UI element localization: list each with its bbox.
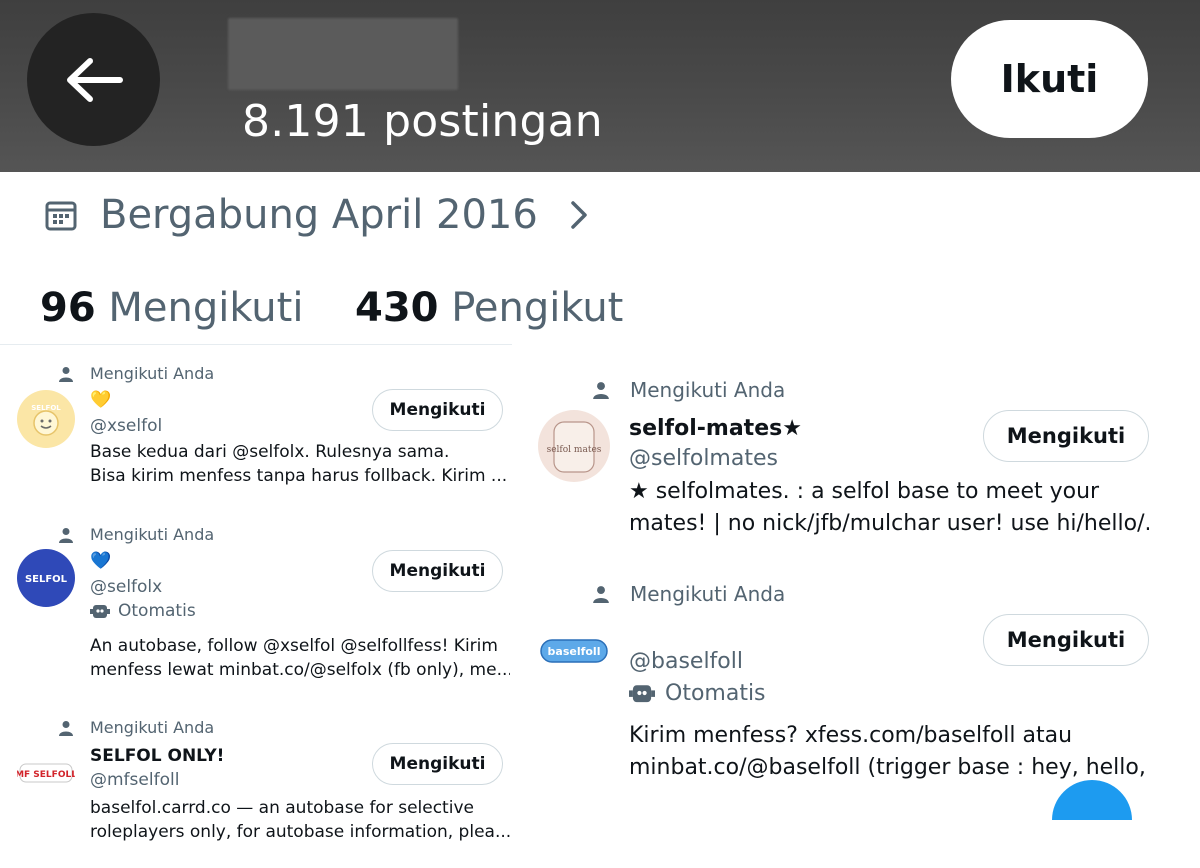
account-card-mfselfoll[interactable]: Mengikuti Anda MF SELFOLL SELFOL ONLY! @…	[0, 714, 512, 864]
selfol-mates-logo: selfol mates	[547, 421, 602, 473]
avatar[interactable]: MF SELFOLL	[17, 744, 75, 802]
robot-icon	[629, 685, 655, 703]
account-bio-line: Base kedua dari @selfolx. Rulesnya sama.	[90, 442, 450, 462]
automated-badge: Otomatis	[629, 680, 766, 706]
following-button[interactable]: Mengikuti	[983, 614, 1149, 666]
account-bio-line: menfess lewat minbat.co/@selfolx (fb onl…	[90, 660, 510, 680]
follows-you-label: Mengikuti Anda	[90, 364, 215, 383]
account-name: selfol-mates★	[629, 416, 802, 441]
following-button[interactable]: Mengikuti	[983, 410, 1149, 462]
account-bio-line: roleplayers only, for autobase informati…	[90, 822, 510, 842]
person-icon	[59, 366, 73, 382]
avatar[interactable]: selfol mates	[538, 410, 610, 482]
follows-you-row: Mengikuti Anda	[592, 378, 785, 402]
calendar-icon	[45, 201, 77, 231]
followers-stat[interactable]: 430 Pengikut	[355, 285, 623, 331]
account-bio-line: minbat.co/@baselfoll (trigger base : hey…	[629, 755, 1149, 780]
person-icon	[593, 382, 609, 399]
section-divider	[0, 344, 512, 345]
follow-button[interactable]: Ikuti	[951, 20, 1148, 138]
avatar[interactable]: SELFOL	[17, 549, 75, 607]
smiley-logo: SELFOL	[31, 404, 61, 436]
svg-text:MF SELFOLL: MF SELFOLL	[17, 770, 75, 780]
following-label: Mengikuti	[108, 285, 304, 331]
back-button[interactable]	[27, 13, 160, 146]
account-bio-line: An autobase, follow @xselfol @selfollfes…	[90, 636, 498, 656]
following-button[interactable]: Mengikuti	[372, 550, 503, 592]
followers-count: 430	[355, 285, 439, 331]
avatar[interactable]: SELFOL	[17, 390, 75, 448]
selfol-logo: SELFOL	[25, 574, 68, 585]
avatar[interactable]: baselfoll	[538, 616, 610, 688]
follows-you-row: Mengikuti Anda	[58, 525, 214, 544]
svg-text:selfol mates: selfol mates	[547, 445, 602, 455]
account-card-selfolx[interactable]: Mengikuti Anda SELFOL 💙 @selfolx Otomati…	[0, 521, 512, 701]
account-card-selfolmates[interactable]: Mengikuti Anda selfol mates selfol-mates…	[520, 374, 1200, 554]
following-stat[interactable]: 96 Mengikuti	[40, 285, 303, 331]
svg-text:SELFOL: SELFOL	[31, 404, 61, 412]
account-bio-line: Bisa kirim menfess tanpa harus follback.…	[90, 466, 508, 486]
arrow-left-icon	[66, 57, 123, 102]
follows-you-label: Mengikuti Anda	[90, 525, 215, 544]
follows-you-row: Mengikuti Anda	[592, 582, 785, 606]
account-bio-line: ★ selfolmates. : a selfol base to meet y…	[629, 479, 1100, 504]
svg-text:SELFOL: SELFOL	[25, 574, 68, 585]
account-handle: @selfolmates	[629, 446, 778, 471]
mf-selfoll-logo: MF SELFOLL	[17, 763, 75, 783]
account-name: 💛	[90, 390, 112, 410]
chevron-right-icon	[571, 201, 587, 229]
follows-you-row: Mengikuti Anda	[58, 364, 214, 383]
account-name: 💙	[90, 551, 112, 571]
following-button[interactable]: Mengikuti	[372, 743, 503, 785]
following-button[interactable]: Mengikuti	[372, 389, 503, 431]
account-handle: @baselfoll	[629, 649, 743, 674]
account-bio-line: mates! | no nick/jfb/mulchar user! use h…	[629, 511, 1149, 536]
account-card-xselfol[interactable]: Mengikuti Anda SELFOL 💛 @xselfol Base ke…	[0, 360, 512, 520]
automated-label: Otomatis	[118, 601, 196, 621]
account-name: SELFOL ONLY!	[90, 746, 225, 766]
post-count: 8.191 postingan	[242, 96, 603, 147]
follows-you-label: Mengikuti Anda	[90, 718, 215, 737]
joined-text: Bergabung April 2016	[100, 192, 538, 238]
person-icon	[59, 527, 73, 543]
account-handle: @mfselfoll	[90, 770, 180, 790]
person-icon	[593, 586, 609, 603]
following-count: 96	[40, 285, 96, 331]
account-bio-line: Kirim menfess? xfess.com/baselfoll atau	[629, 723, 1073, 748]
automated-label: Otomatis	[665, 680, 766, 706]
account-card-baselfoll[interactable]: Mengikuti Anda baselfoll @baselfoll Otom…	[520, 578, 1200, 788]
person-icon	[59, 720, 73, 736]
account-bio-line: baselfol.carrd.co — an autobase for sele…	[90, 798, 474, 818]
svg-text:baselfoll: baselfoll	[548, 645, 601, 658]
automated-badge: Otomatis	[90, 601, 196, 621]
follows-you-label: Mengikuti Anda	[630, 582, 786, 606]
profile-name-redacted	[228, 18, 458, 90]
baselfoll-logo: baselfoll	[540, 639, 608, 663]
followers-label: Pengikut	[451, 285, 624, 331]
follows-you-label: Mengikuti Anda	[630, 378, 786, 402]
follows-you-row: Mengikuti Anda	[58, 718, 214, 737]
profile-header-bar: 8.191 postingan Ikuti	[0, 0, 1200, 172]
joined-date-row[interactable]: Bergabung April 2016	[44, 192, 592, 238]
account-handle: @xselfol	[90, 416, 163, 436]
robot-icon	[90, 605, 110, 618]
account-handle: @selfolx	[90, 577, 163, 597]
